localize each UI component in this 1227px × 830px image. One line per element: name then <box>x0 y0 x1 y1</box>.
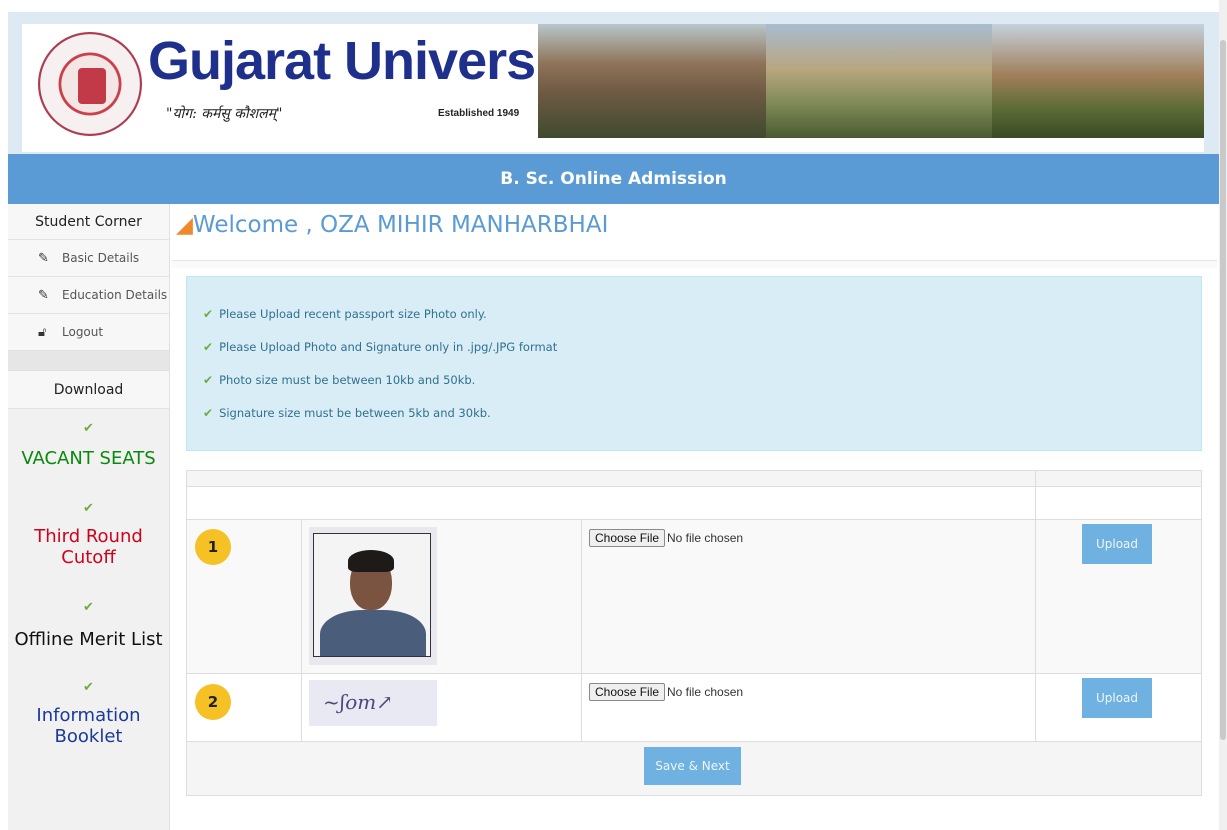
university-motto: "योग: कर्मसु कौशलम्" <box>166 106 283 122</box>
table-row-photo: 1 Choose File No file chosen Upload <box>187 520 1201 674</box>
instruction-text: Please Upload recent passport size Photo… <box>219 307 487 321</box>
instruction-text: Signature size must be between 5kb and 3… <box>219 406 491 420</box>
check-icon: ✔ <box>83 421 94 436</box>
signature-scribble: ~ʃom↗ <box>323 690 393 714</box>
check-icon: ✔ <box>203 406 214 420</box>
pencil-icon: ✎ <box>38 287 49 303</box>
site-header: Gujarat University "योग: कर्मसु कौशलम्" … <box>8 12 1219 154</box>
sidebar-item-basic-details[interactable]: ✎ Basic Details <box>8 240 169 277</box>
photo-frame <box>313 533 431 657</box>
column-divider <box>1035 471 1036 486</box>
signature-image: ~ʃom↗ <box>309 680 437 726</box>
instruction-item: ✔ Please Upload recent passport size Pho… <box>187 307 1201 340</box>
check-icon: ✔ <box>83 680 94 695</box>
pencil-icon: ✎ <box>38 250 49 266</box>
scrollbar-thumb[interactable] <box>1220 40 1226 740</box>
column-divider <box>301 520 302 673</box>
sidebar-divider <box>8 351 169 371</box>
column-divider <box>1035 520 1036 673</box>
instruction-item: ✔ Signature size must be between 5kb and… <box>187 406 1201 439</box>
upload-table: 1 Choose File No file chosen Upload 2 ~ʃ… <box>186 470 1202 796</box>
university-name: Gujarat University <box>148 31 596 91</box>
photo-hair <box>348 550 394 572</box>
photo-shirt <box>320 610 426 656</box>
seal-emblem <box>78 68 106 104</box>
rss-icon: ◢ <box>176 213 193 238</box>
unlock-icon: 🔓︎ <box>38 324 47 340</box>
third-round-cutoff-link[interactable]: Third Round Cutoff <box>8 526 169 568</box>
check-icon: ✔ <box>83 501 94 516</box>
instructions-box: ✔ Please Upload recent passport size Pho… <box>186 276 1202 451</box>
sidebar-item-education-details[interactable]: ✎ Education Details <box>8 277 169 314</box>
campus-photo-strip <box>538 24 1204 138</box>
campus-photo-3 <box>992 24 1204 138</box>
sidebar: Student Corner ✎ Basic Details ✎ Educati… <box>8 204 170 830</box>
check-icon: ✔ <box>203 373 214 387</box>
instruction-text: Photo size must be between 10kb and 50kb… <box>219 373 476 387</box>
welcome-heading: ◢Welcome , OZA MIHIR MANHARBHAI <box>176 212 608 238</box>
sidebar-item-label: Basic Details <box>62 251 140 265</box>
download-heading: Download <box>8 371 169 409</box>
table-row-signature: 2 ~ʃom↗ Choose File No file chosen Uploa… <box>187 674 1201 742</box>
campus-photo-2 <box>766 24 992 138</box>
column-divider <box>581 520 582 673</box>
welcome-text: Welcome , OZA MIHIR MANHARBHAI <box>192 212 609 238</box>
file-status: No file chosen <box>667 685 744 699</box>
check-icon: ✔ <box>203 340 214 354</box>
check-icon: ✔ <box>203 307 214 321</box>
sidebar-item-label: Logout <box>62 325 104 339</box>
information-booklet-link[interactable]: Information Booklet <box>8 705 169 747</box>
passport-photo <box>309 527 437 665</box>
file-status: No file chosen <box>667 531 744 545</box>
sidebar-item-label: Education Details <box>62 288 168 302</box>
page-scrollbar[interactable] <box>1219 0 1227 830</box>
header-banner: Gujarat University "योग: कर्मसु कौशलम्" … <box>22 24 1204 152</box>
upload-photo-button[interactable]: Upload <box>1082 524 1152 564</box>
campus-photo-1 <box>538 24 766 138</box>
instruction-item: ✔ Please Upload Photo and Signature only… <box>187 340 1201 373</box>
upload-signature-button[interactable]: Upload <box>1082 678 1152 718</box>
column-divider <box>1035 487 1036 519</box>
page-title: B. Sc. Online Admission <box>500 169 727 189</box>
offline-merit-list-link[interactable]: Offline Merit List <box>8 629 169 650</box>
table-header-row <box>187 471 1201 487</box>
column-divider <box>581 674 582 741</box>
table-header-row <box>187 487 1201 520</box>
sidebar-item-logout[interactable]: 🔓︎ Logout <box>8 314 169 351</box>
column-divider <box>1035 674 1036 741</box>
instruction-item: ✔ Photo size must be between 10kb and 50… <box>187 373 1201 406</box>
university-seal-logo <box>38 32 142 136</box>
established-year: Established 1949 <box>438 108 520 119</box>
check-icon: ✔ <box>83 600 94 615</box>
row-number-badge: 2 <box>195 684 231 720</box>
vacant-seats-link[interactable]: VACANT SEATS <box>8 448 169 469</box>
page-title-bar: B. Sc. Online Admission <box>8 154 1219 204</box>
choose-file-button[interactable]: Choose File <box>589 529 666 547</box>
save-next-button[interactable]: Save & Next <box>644 747 741 785</box>
divider <box>172 260 1217 268</box>
row-number-badge: 1 <box>195 529 231 565</box>
instruction-text: Please Upload Photo and Signature only i… <box>219 340 558 354</box>
choose-file-button[interactable]: Choose File <box>589 683 666 701</box>
column-divider <box>301 674 302 741</box>
sidebar-heading: Student Corner <box>8 204 169 240</box>
